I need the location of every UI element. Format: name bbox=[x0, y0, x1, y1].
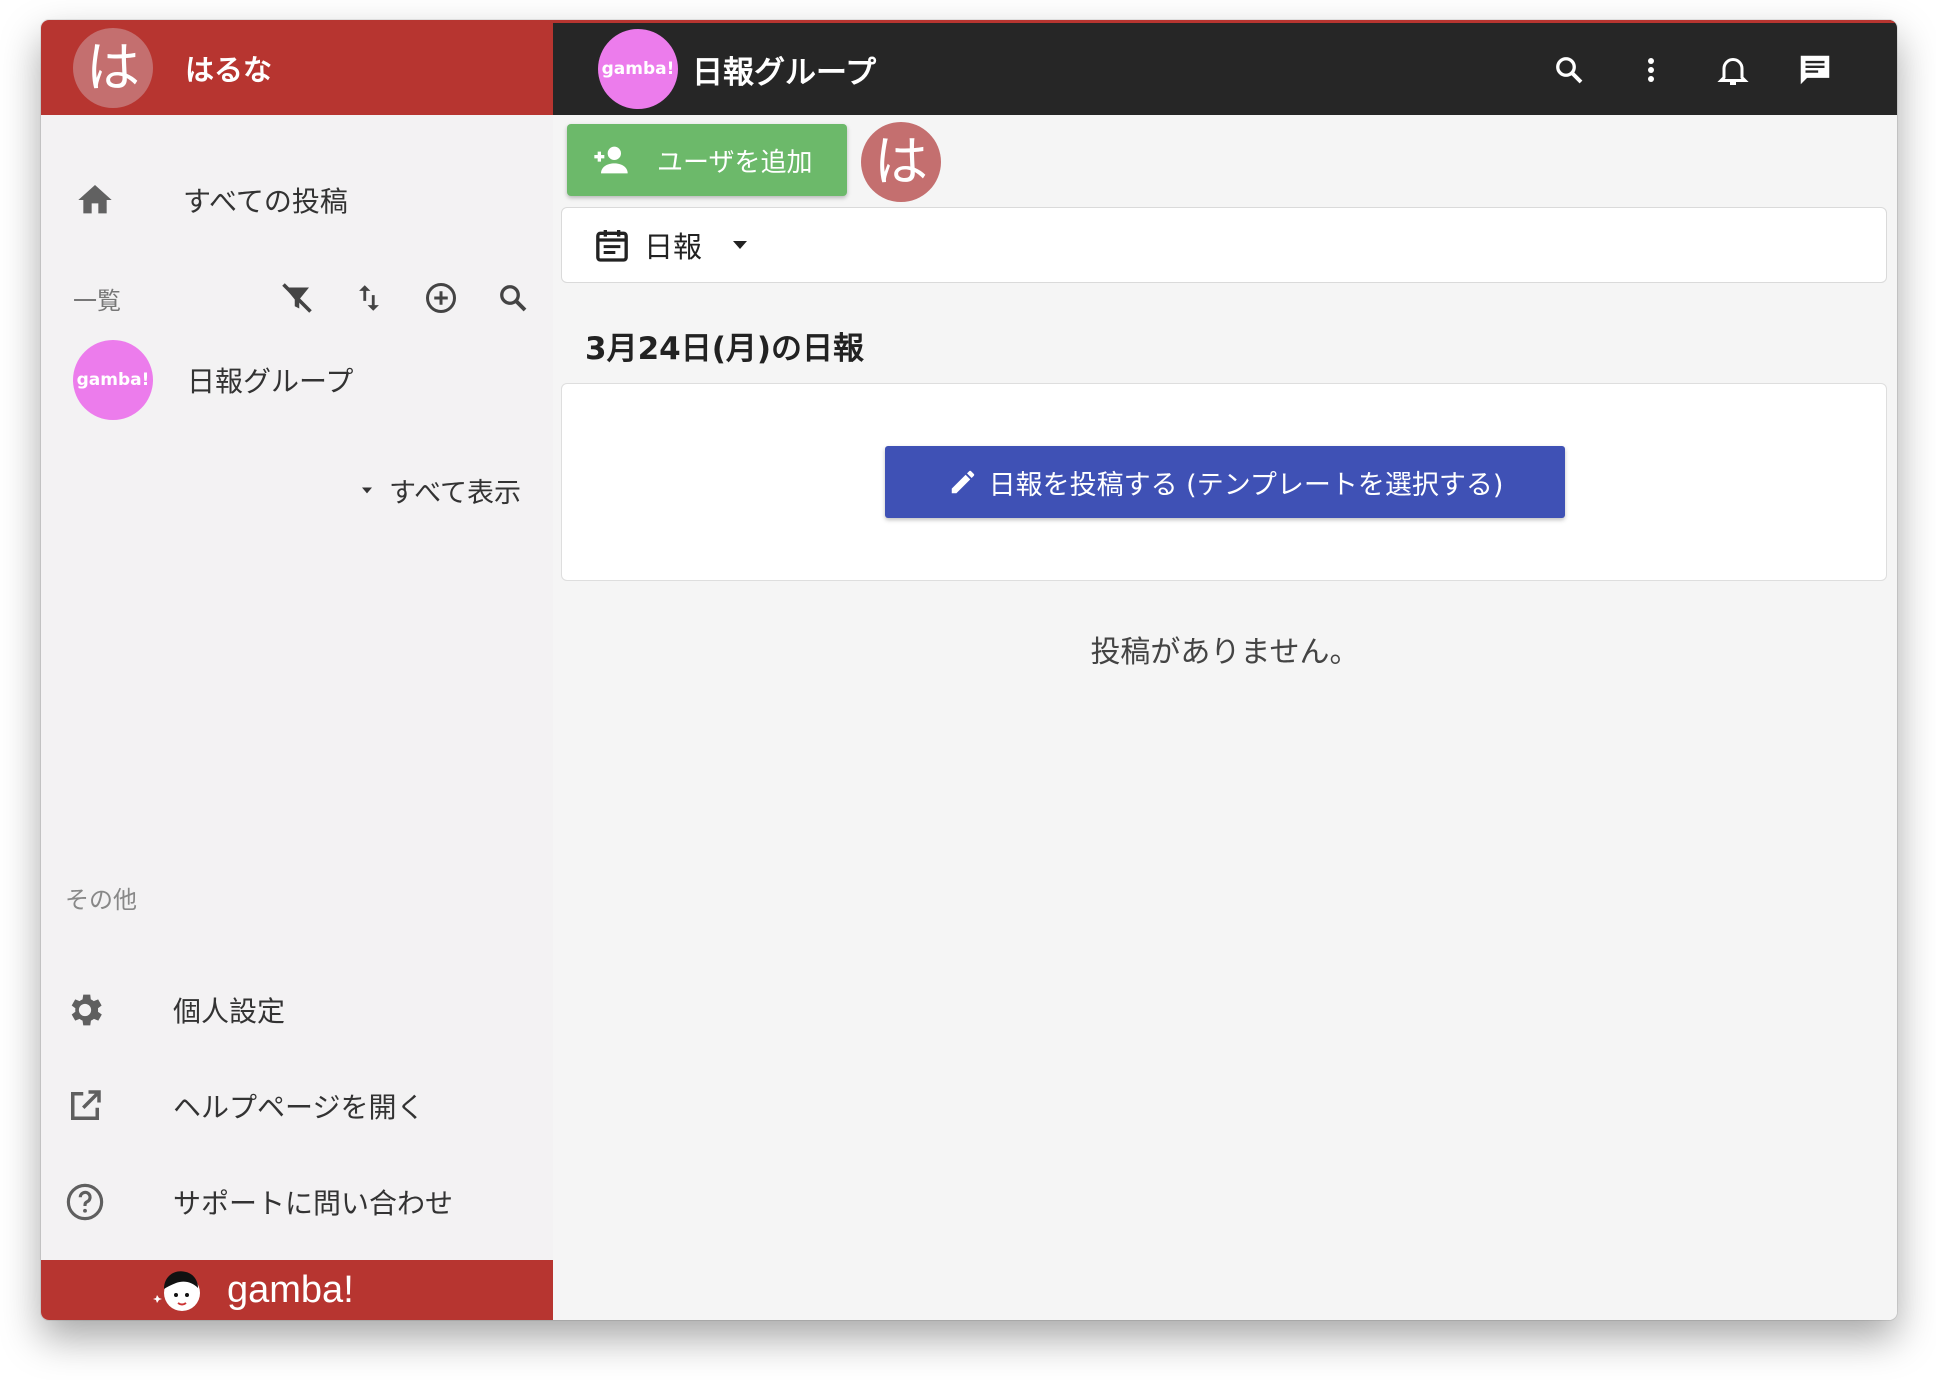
report-type-label: 日報 bbox=[644, 230, 703, 264]
pencil-icon bbox=[947, 466, 979, 498]
sidebar-header[interactable]: は はるな bbox=[41, 20, 553, 115]
sort-icon[interactable] bbox=[347, 276, 391, 320]
search-icon[interactable] bbox=[491, 276, 535, 320]
list-toolbar bbox=[275, 276, 535, 320]
group-avatar: gamba! bbox=[73, 340, 153, 420]
person-add-icon bbox=[591, 140, 631, 180]
list-header: 一覧 bbox=[41, 270, 553, 326]
post-report-label: 日報を投稿する (テンプレートを選択する) bbox=[988, 469, 1504, 501]
sidebar-item-settings[interactable]: 個人設定 bbox=[41, 970, 553, 1050]
search-icon[interactable] bbox=[1547, 48, 1591, 92]
help-circle-icon bbox=[63, 1180, 107, 1224]
list-title: 一覧 bbox=[73, 286, 121, 315]
gear-icon bbox=[63, 988, 107, 1032]
more-vertical-icon[interactable] bbox=[1629, 48, 1673, 92]
add-circle-icon[interactable] bbox=[419, 276, 463, 320]
calendar-icon bbox=[590, 223, 634, 267]
caret-down-icon bbox=[355, 478, 379, 502]
chevron-down-icon bbox=[726, 231, 754, 259]
member-avatar[interactable]: は bbox=[861, 122, 941, 202]
empty-message: 投稿がありません。 bbox=[1090, 635, 1360, 670]
group-title: 日報グループ bbox=[692, 54, 877, 91]
sidebar-item-help[interactable]: ヘルプページを開く bbox=[41, 1066, 553, 1146]
app-window: は はるな すべての投稿 一覧 gamba! 日報グループ すべて表示 その他 … bbox=[41, 20, 1897, 1320]
sidebar: は はるな すべての投稿 一覧 gamba! 日報グループ すべて表示 その他 … bbox=[41, 20, 553, 1320]
sidebar-footer: gamba! bbox=[41, 1260, 553, 1320]
add-user-label: ユーザを追加 bbox=[657, 147, 813, 178]
post-report-button[interactable]: 日報を投稿する (テンプレートを選択する) bbox=[885, 446, 1565, 518]
message-icon[interactable] bbox=[1793, 48, 1837, 92]
sidebar-item-group[interactable]: gamba! 日報グループ bbox=[41, 332, 553, 428]
filter-off-icon[interactable] bbox=[275, 276, 319, 320]
footer-logo: gamba! bbox=[227, 1268, 354, 1311]
sidebar-item-label: 個人設定 bbox=[173, 995, 286, 1028]
sidebar-item-label: サポートに問い合わせ bbox=[173, 1187, 454, 1220]
sidebar-item-label: ヘルプページを開く bbox=[173, 1091, 425, 1124]
home-icon bbox=[73, 178, 117, 222]
user-avatar[interactable]: は bbox=[73, 27, 153, 108]
mascot-icon bbox=[153, 1263, 207, 1317]
topbar-actions bbox=[1547, 48, 1837, 92]
add-user-button[interactable]: ユーザを追加 bbox=[567, 124, 847, 196]
post-card: 日報を投稿する (テンプレートを選択する) bbox=[561, 383, 1887, 581]
show-all-toggle[interactable]: すべて表示 bbox=[41, 460, 553, 520]
show-all-label: すべて表示 bbox=[388, 477, 521, 509]
other-section-title: その他 bbox=[65, 886, 137, 914]
sidebar-item-support[interactable]: サポートに問い合わせ bbox=[41, 1162, 553, 1242]
open-in-new-icon bbox=[63, 1084, 107, 1128]
group-avatar: gamba! bbox=[598, 29, 678, 109]
date-heading: 3月24日(月)の日報 bbox=[585, 331, 865, 367]
bell-icon[interactable] bbox=[1711, 48, 1755, 92]
topbar: gamba! 日報グループ bbox=[553, 20, 1897, 115]
user-name: はるな bbox=[185, 52, 273, 87]
group-name: 日報グループ bbox=[187, 365, 354, 398]
report-type-select[interactable]: 日報 bbox=[561, 207, 1887, 283]
main-content: ユーザを追加 は 日報 3月24日(月)の日報 日報を投稿する (テンプレートを… bbox=[553, 115, 1897, 1320]
sidebar-item-all-posts[interactable]: すべての投稿 bbox=[41, 160, 553, 240]
sidebar-item-label: すべての投稿 bbox=[183, 185, 348, 218]
